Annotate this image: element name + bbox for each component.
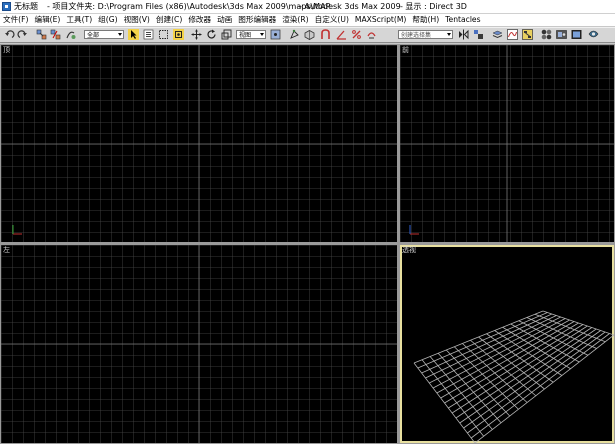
- app-name: - Autodesk 3ds Max 2009: [299, 2, 401, 11]
- spinner-snap-icon[interactable]: [366, 29, 377, 40]
- main-toolbar: 全部 视图 创建选择集: [0, 27, 615, 43]
- select-and-manipulate-icon[interactable]: [289, 29, 300, 40]
- front-grid: [400, 45, 614, 242]
- rendered-frame-window-icon[interactable]: [571, 29, 582, 40]
- menu-maxscript[interactable]: MAXScript(M): [352, 14, 409, 26]
- layer-manager-icon[interactable]: [492, 29, 503, 40]
- selection-filter-dropdown[interactable]: 全部: [84, 30, 124, 39]
- viewport-front[interactable]: 前: [400, 45, 614, 242]
- quick-render-icon[interactable]: [588, 29, 599, 40]
- menu-edit[interactable]: 编辑(E): [31, 14, 63, 26]
- select-and-scale-icon[interactable]: [221, 29, 232, 40]
- left-grid: [1, 245, 397, 443]
- menu-animation[interactable]: 动画: [214, 14, 235, 26]
- menu-tools[interactable]: 工具(T): [63, 14, 95, 26]
- angle-snap-icon[interactable]: [336, 29, 347, 40]
- snap-toggle-icon[interactable]: [320, 29, 331, 40]
- viewport-top[interactable]: 顶: [1, 45, 397, 242]
- unlink-selection-icon[interactable]: [50, 29, 61, 40]
- viewport-area: 顶 前 左 透视: [0, 44, 615, 444]
- menu-help[interactable]: 帮助(H): [409, 14, 442, 26]
- menu-create[interactable]: 创建(C): [153, 14, 185, 26]
- select-object-icon[interactable]: [128, 29, 139, 40]
- mirror-icon[interactable]: [458, 29, 469, 40]
- select-and-rotate-icon[interactable]: [206, 29, 217, 40]
- undo-icon[interactable]: [4, 29, 15, 40]
- app-icon: [2, 2, 11, 11]
- title-bar: 无标题 - 项目文件夹: D:\Program Files (x86)\Auto…: [0, 0, 615, 14]
- keyboard-shortcut-toggle-icon[interactable]: [304, 29, 315, 40]
- reference-coordinate-dropdown[interactable]: 视图: [236, 30, 266, 39]
- viewport-left[interactable]: 左: [1, 245, 397, 443]
- select-by-name-icon[interactable]: [143, 29, 154, 40]
- named-selection-dropdown[interactable]: 创建选择集: [398, 30, 453, 39]
- menu-bar: 文件(F) 编辑(E) 工具(T) 组(G) 视图(V) 创建(C) 修改器 动画 图形编辑器渲…: [0, 14, 615, 26]
- menu-tentacles[interactable]: Tentacles: [442, 14, 483, 26]
- menu-group[interactable]: 组(G): [95, 14, 120, 26]
- align-icon[interactable]: [473, 29, 484, 40]
- menu-rendering[interactable]: 渲染(R): [279, 14, 311, 26]
- menu-graph-editors[interactable]: 图形编辑器: [235, 14, 279, 26]
- axis-tripod-icon: [409, 225, 419, 235]
- bind-to-space-warp-icon[interactable]: [65, 29, 76, 40]
- menu-views[interactable]: 视图(V): [121, 14, 153, 26]
- viewport-perspective[interactable]: 透视: [400, 245, 614, 443]
- axis-tripod-icon: [12, 225, 22, 235]
- viewport-label-top[interactable]: 顶: [3, 46, 10, 54]
- viewport-label-left[interactable]: 左: [3, 246, 10, 254]
- schematic-view-icon[interactable]: [522, 29, 533, 40]
- menu-file[interactable]: 文件(F): [0, 14, 31, 26]
- top-grid: [1, 45, 397, 242]
- rectangular-selection-icon[interactable]: [158, 29, 169, 40]
- select-and-move-icon[interactable]: [191, 29, 202, 40]
- menu-customize[interactable]: 自定义(U): [312, 14, 352, 26]
- document-name: 无标题: [14, 2, 38, 11]
- menu-modifiers[interactable]: 修改器: [185, 14, 214, 26]
- perspective-grid: [413, 310, 614, 443]
- project-folder: - 项目文件夹: D:\Program Files (x86)\Autodesk…: [47, 2, 331, 11]
- viewport-label-perspective[interactable]: 透视: [402, 246, 416, 254]
- window-crossing-icon[interactable]: [173, 29, 184, 40]
- select-and-link-icon[interactable]: [36, 29, 47, 40]
- percent-snap-icon[interactable]: [351, 29, 362, 40]
- material-editor-icon[interactable]: [541, 29, 552, 40]
- display-driver: - 显示 : Direct 3D: [400, 2, 467, 11]
- viewport-label-front[interactable]: 前: [402, 46, 409, 54]
- curve-editor-icon[interactable]: [507, 29, 518, 40]
- redo-icon[interactable]: [17, 29, 28, 40]
- render-setup-icon[interactable]: [556, 29, 567, 40]
- pivot-center-icon[interactable]: [270, 29, 281, 40]
